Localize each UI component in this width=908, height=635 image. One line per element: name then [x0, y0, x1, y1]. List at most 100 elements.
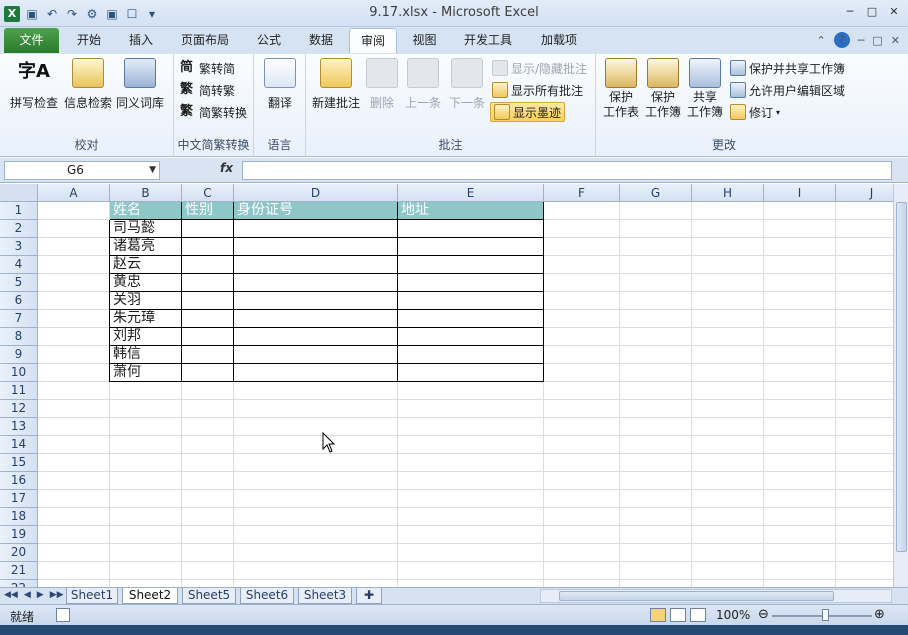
cell-f13[interactable] — [544, 418, 620, 436]
cell-d5[interactable] — [234, 274, 398, 292]
cell-c10[interactable] — [182, 364, 234, 382]
cell-a17[interactable] — [38, 490, 110, 508]
column-header-g[interactable]: G — [620, 184, 692, 202]
cell-i21[interactable] — [764, 562, 836, 580]
cell-c21[interactable] — [182, 562, 234, 580]
cell-i12[interactable] — [764, 400, 836, 418]
cell-j16[interactable] — [836, 472, 893, 490]
tab-view[interactable]: 视图 — [402, 28, 447, 53]
cell-b11[interactable] — [110, 382, 182, 400]
cell-h8[interactable] — [692, 328, 764, 346]
cell-i22[interactable] — [764, 580, 836, 587]
tab-file[interactable]: 文件 — [4, 28, 59, 53]
show-all-comments-button[interactable]: 显示所有批注 — [492, 80, 583, 100]
cell-g4[interactable] — [620, 256, 692, 274]
column-header-i[interactable]: I — [764, 184, 836, 202]
cell-a15[interactable] — [38, 454, 110, 472]
cell-g5[interactable] — [620, 274, 692, 292]
cell-j9[interactable] — [836, 346, 893, 364]
cell-j13[interactable] — [836, 418, 893, 436]
cell-e12[interactable] — [398, 400, 544, 418]
cell-c12[interactable] — [182, 400, 234, 418]
cell-b18[interactable] — [110, 508, 182, 526]
cell-d19[interactable] — [234, 526, 398, 544]
cell-g18[interactable] — [620, 508, 692, 526]
cell-i10[interactable] — [764, 364, 836, 382]
column-header-f[interactable]: F — [544, 184, 620, 202]
cell-j17[interactable] — [836, 490, 893, 508]
cell-a18[interactable] — [38, 508, 110, 526]
cell-b3[interactable]: 诸葛亮 — [110, 238, 182, 256]
cell-j15[interactable] — [836, 454, 893, 472]
show-ink-button[interactable]: 显示墨迹 — [490, 102, 566, 122]
vertical-scrollbar[interactable] — [893, 184, 908, 587]
cell-c3[interactable] — [182, 238, 234, 256]
allow-edit-ranges-button[interactable]: 允许用户编辑区域 — [730, 80, 845, 100]
next-comment-button[interactable]: 下一条 — [446, 58, 488, 111]
last-sheet-icon[interactable]: ▶▶ — [50, 590, 64, 600]
cell-e19[interactable] — [398, 526, 544, 544]
cell-j7[interactable] — [836, 310, 893, 328]
cell-e13[interactable] — [398, 418, 544, 436]
cell-b8[interactable]: 刘邦 — [110, 328, 182, 346]
cell-d1[interactable]: 身份证号 — [234, 202, 398, 220]
next-sheet-icon[interactable]: ▶ — [37, 590, 44, 600]
track-changes-button[interactable]: 修订 ▾ — [730, 102, 780, 122]
convert-button[interactable]: 繁简繁转换 — [180, 102, 247, 122]
normal-view-icon[interactable] — [650, 608, 666, 622]
cell-a20[interactable] — [38, 544, 110, 562]
row-header-17[interactable]: 17 — [0, 490, 38, 508]
zoom-level[interactable]: 100% — [716, 608, 750, 622]
cell-a22[interactable] — [38, 580, 110, 587]
cell-g15[interactable] — [620, 454, 692, 472]
tab-data[interactable]: 数据 — [297, 28, 345, 53]
cell-f18[interactable] — [544, 508, 620, 526]
cell-f11[interactable] — [544, 382, 620, 400]
cell-g6[interactable] — [620, 292, 692, 310]
page-layout-view-icon[interactable] — [670, 608, 686, 622]
cell-c7[interactable] — [182, 310, 234, 328]
row-header-11[interactable]: 11 — [0, 382, 38, 400]
cell-a14[interactable] — [38, 436, 110, 454]
cell-j11[interactable] — [836, 382, 893, 400]
tab-page-layout[interactable]: 页面布局 — [170, 28, 240, 53]
cell-b6[interactable]: 关羽 — [110, 292, 182, 310]
cell-a13[interactable] — [38, 418, 110, 436]
doc-close-icon[interactable]: ✕ — [891, 34, 900, 47]
sheet-tab-sheet2[interactable]: Sheet2 — [122, 588, 178, 604]
cell-g2[interactable] — [620, 220, 692, 238]
cell-d8[interactable] — [234, 328, 398, 346]
cell-h20[interactable] — [692, 544, 764, 562]
cell-b13[interactable] — [110, 418, 182, 436]
cell-f4[interactable] — [544, 256, 620, 274]
sheet-tab-sheet3[interactable]: Sheet3 — [298, 588, 352, 604]
column-header-d[interactable]: D — [234, 184, 398, 202]
page-break-view-icon[interactable] — [690, 608, 706, 622]
cell-j8[interactable] — [836, 328, 893, 346]
cell-a19[interactable] — [38, 526, 110, 544]
cell-a7[interactable] — [38, 310, 110, 328]
collapse-ribbon-icon[interactable]: ⌃ — [817, 34, 826, 47]
formula-input[interactable] — [242, 161, 892, 180]
cell-h10[interactable] — [692, 364, 764, 382]
cell-e8[interactable] — [398, 328, 544, 346]
row-header-7[interactable]: 7 — [0, 310, 38, 328]
cell-d16[interactable] — [234, 472, 398, 490]
cell-b20[interactable] — [110, 544, 182, 562]
trad-to-simp-button[interactable]: 简繁转简 — [180, 58, 235, 78]
cell-g13[interactable] — [620, 418, 692, 436]
zoom-slider[interactable] — [772, 609, 872, 621]
zoom-in-icon[interactable]: ⊕ — [874, 607, 885, 622]
cell-j19[interactable] — [836, 526, 893, 544]
cell-d7[interactable] — [234, 310, 398, 328]
cell-d17[interactable] — [234, 490, 398, 508]
row-header-21[interactable]: 21 — [0, 562, 38, 580]
translate-button[interactable]: 翻译 — [260, 58, 300, 111]
cell-a6[interactable] — [38, 292, 110, 310]
cell-c13[interactable] — [182, 418, 234, 436]
column-header-c[interactable]: C — [182, 184, 234, 202]
cell-h11[interactable] — [692, 382, 764, 400]
cell-i3[interactable] — [764, 238, 836, 256]
insert-sheet-icon[interactable]: ✚ — [356, 588, 382, 604]
row-header-20[interactable]: 20 — [0, 544, 38, 562]
